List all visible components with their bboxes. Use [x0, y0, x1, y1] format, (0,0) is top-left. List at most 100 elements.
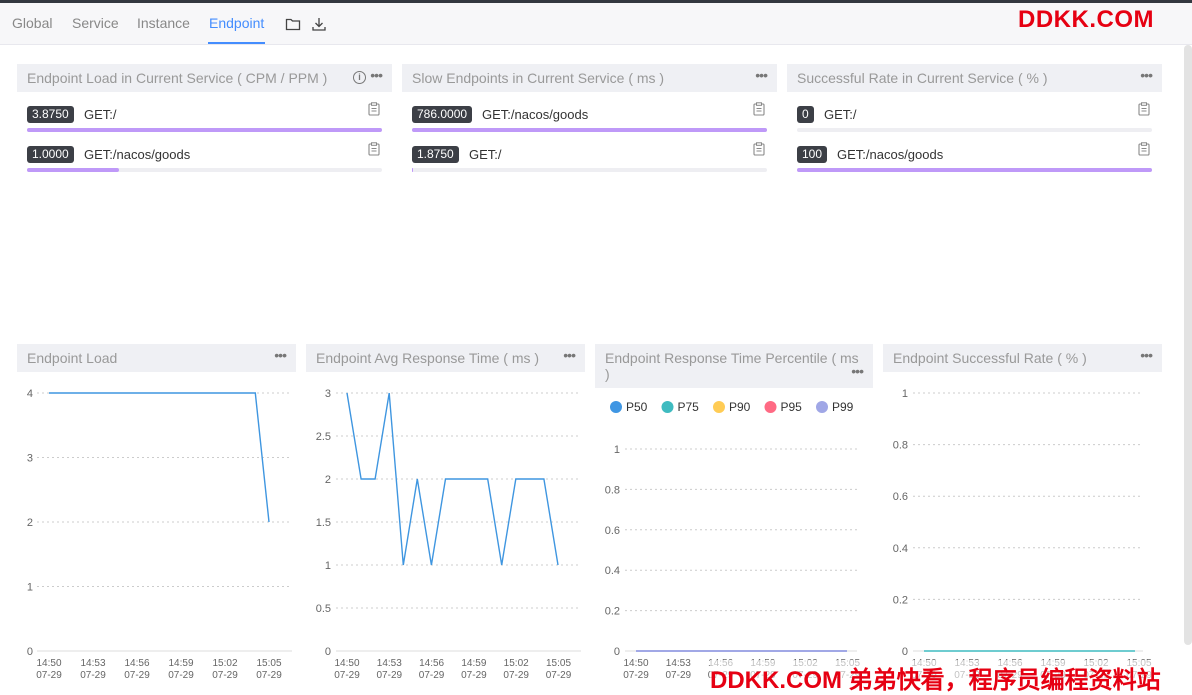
- more-icon[interactable]: •••: [1140, 67, 1153, 83]
- x-tick-label: 07-29: [623, 670, 649, 681]
- clipboard-icon[interactable]: [368, 142, 380, 156]
- tab-global[interactable]: Global: [12, 15, 52, 31]
- progress-track: [412, 168, 767, 172]
- progress-track: [797, 128, 1152, 132]
- panel-title: Endpoint Load in Current Service ( CPM /…: [27, 70, 328, 86]
- endpoint-label: GET:/nacos/goods: [837, 147, 944, 162]
- progress-track: [412, 128, 767, 132]
- legend-swatch: [661, 401, 674, 413]
- endpoint-label: GET:/nacos/goods: [84, 147, 191, 162]
- y-tick-label: 0.4: [605, 565, 620, 577]
- scrollbar[interactable]: [1184, 45, 1192, 645]
- x-tick-label: 07-29: [461, 670, 487, 681]
- x-tick-label: 07-29: [36, 670, 62, 681]
- download-icon[interactable]: [311, 16, 327, 32]
- active-tab-underline: [208, 42, 265, 44]
- panel-title: Slow Endpoints in Current Service ( ms ): [412, 70, 665, 86]
- y-tick-label: 1.5: [316, 517, 331, 529]
- list-item[interactable]: 3.8750 GET:/: [27, 102, 387, 142]
- progress-track: [797, 168, 1152, 172]
- info-icon[interactable]: i: [353, 71, 366, 84]
- clipboard-icon[interactable]: [368, 102, 380, 116]
- tab-instance[interactable]: Instance: [137, 15, 190, 31]
- legend-item: P90: [729, 400, 751, 414]
- y-tick-label: 0.2: [605, 606, 620, 618]
- clipboard-icon[interactable]: [753, 142, 765, 156]
- y-tick-label: 2.5: [316, 431, 331, 443]
- progress-fill: [27, 168, 119, 172]
- y-tick-label: 1: [325, 560, 331, 572]
- y-tick-label: 0.6: [605, 525, 620, 537]
- y-tick-label: 3: [27, 453, 33, 465]
- list-item[interactable]: 1.8750 GET:/: [412, 142, 772, 182]
- list-item[interactable]: 1.0000 GET:/nacos/goods: [27, 142, 387, 182]
- chart-title: Endpoint Response Time Percentile ( ms ): [605, 350, 859, 382]
- endpoint-label: GET:/nacos/goods: [482, 107, 589, 122]
- x-tick-label: 15:05: [256, 658, 281, 669]
- x-tick-label: 14:56: [419, 658, 444, 669]
- y-tick-label: 0: [325, 646, 331, 658]
- chart-avg-response: 00.511.522.5314:5007-2914:5307-2914:5607…: [316, 388, 581, 681]
- x-tick-label: 07-29: [256, 670, 282, 681]
- chart-endpoint-load: 0123414:5007-2914:5307-2914:5607-2914:59…: [27, 388, 292, 681]
- x-tick-label: 07-29: [80, 670, 106, 681]
- progress-fill: [27, 128, 382, 132]
- tab-endpoint[interactable]: Endpoint: [209, 15, 264, 31]
- folder-icon[interactable]: [285, 16, 301, 32]
- tab-service[interactable]: Service: [72, 15, 119, 31]
- x-tick-label: 14:50: [334, 658, 359, 669]
- y-tick-label: 1: [902, 388, 908, 400]
- x-tick-label: 07-29: [377, 670, 403, 681]
- value-badge: 100: [797, 146, 828, 163]
- top-panel-head: Slow Endpoints in Current Service ( ms )…: [402, 64, 777, 92]
- more-icon[interactable]: •••: [370, 67, 383, 83]
- endpoint-label: GET:/: [469, 147, 502, 162]
- chart-head-endpoint-load: Endpoint Load •••: [17, 344, 296, 372]
- top-panel-head: Successful Rate in Current Service ( % )…: [787, 64, 1162, 92]
- progress-fill: [412, 128, 767, 132]
- more-icon[interactable]: •••: [563, 347, 576, 363]
- x-tick-label: 07-29: [212, 670, 238, 681]
- endpoint-label: GET:/: [84, 107, 117, 122]
- y-tick-label: 0.2: [893, 594, 908, 606]
- legend-item: P95: [781, 400, 803, 414]
- list-item[interactable]: 100 GET:/nacos/goods: [797, 142, 1157, 182]
- clipboard-icon[interactable]: [1138, 142, 1150, 156]
- legend-swatch: [764, 401, 777, 413]
- series-line: [346, 392, 559, 566]
- x-tick-label: 15:05: [546, 658, 571, 669]
- legend-swatch: [610, 401, 622, 413]
- chart-head-percentile: Endpoint Response Time Percentile ( ms )…: [595, 344, 873, 388]
- y-tick-label: 4: [27, 388, 33, 400]
- value-badge: 1.8750: [412, 146, 459, 163]
- x-tick-label: 15:02: [212, 658, 237, 669]
- more-icon[interactable]: •••: [755, 67, 768, 83]
- progress-fill: [412, 168, 413, 172]
- x-tick-label: 14:53: [377, 658, 402, 669]
- clipboard-icon[interactable]: [1138, 102, 1150, 116]
- more-icon[interactable]: •••: [1140, 347, 1153, 363]
- x-tick-label: 14:50: [36, 658, 61, 669]
- x-tick-label: 15:02: [504, 658, 529, 669]
- x-tick-label: 14:53: [80, 658, 105, 669]
- x-tick-label: 14:56: [124, 658, 149, 669]
- y-tick-label: 2: [325, 474, 331, 486]
- tab-bar: Global Service Instance Endpoint: [0, 3, 1192, 45]
- x-tick-label: 14:53: [666, 658, 691, 669]
- legend-swatch: [713, 401, 725, 413]
- legend-item: P99: [832, 400, 854, 414]
- y-tick-label: 1: [614, 444, 620, 456]
- list-item[interactable]: 0 GET:/: [797, 102, 1157, 142]
- progress-track: [27, 168, 382, 172]
- list-item[interactable]: 786.0000 GET:/nacos/goods: [412, 102, 772, 142]
- more-icon[interactable]: •••: [274, 347, 287, 363]
- panel-title: Successful Rate in Current Service ( % ): [797, 70, 1048, 86]
- more-icon[interactable]: •••: [851, 363, 864, 379]
- progress-fill: [797, 168, 1152, 172]
- y-tick-label: 0.4: [893, 543, 908, 555]
- chart-head-avg-response: Endpoint Avg Response Time ( ms ) •••: [306, 344, 585, 372]
- y-tick-label: 1: [27, 582, 33, 594]
- y-tick-label: 0: [902, 646, 908, 658]
- y-tick-label: 0: [27, 646, 33, 658]
- clipboard-icon[interactable]: [753, 102, 765, 116]
